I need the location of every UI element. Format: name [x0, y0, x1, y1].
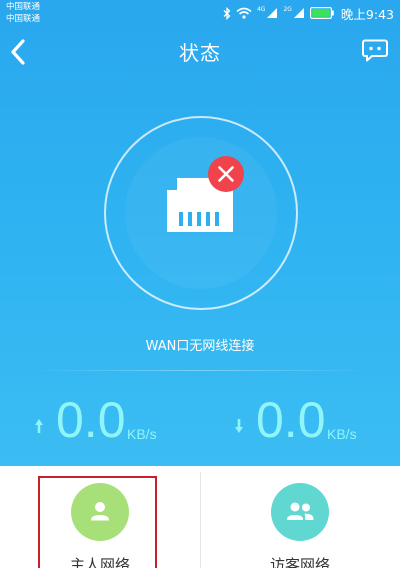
divider: [30, 370, 370, 371]
page-title: 状态: [179, 41, 221, 65]
network-type-label-1: 4G: [256, 6, 266, 13]
tab-guest-network[interactable]: 访客网络: [200, 466, 400, 568]
status-icons: 4G 2G 晚上9:43: [223, 4, 394, 22]
connection-status-text: WAN口无网线连接: [145, 339, 255, 354]
clock: 晚上9:43: [340, 6, 394, 22]
carrier-label-2: 中国联通: [6, 14, 41, 24]
battery-icon: [309, 7, 334, 19]
carrier-label-1: 中国联通: [6, 2, 41, 12]
chat-button[interactable]: [362, 39, 388, 63]
arrow-up-icon: [35, 419, 43, 433]
signal-4g-icon: [267, 8, 278, 18]
upload-speed-unit: KB/s: [127, 426, 157, 442]
tab-guest-network-label: 访客网络: [269, 556, 330, 568]
title-bar: 状态: [0, 26, 400, 78]
status-panel: 中国联通 中国联通 4G 2G 晚上9:43 状态 WAN口无网线连接 0.0 …: [0, 0, 400, 466]
system-status-bar: 中国联通 中国联通 4G 2G 晚上9:43: [0, 0, 400, 26]
chat-bubble-icon: [362, 39, 388, 62]
error-badge: [208, 156, 244, 192]
bluetooth-icon: [223, 6, 231, 20]
selection-highlight: [38, 476, 157, 568]
network-type-label-2: 2G: [283, 6, 292, 13]
guest-network-icon-circle: [271, 483, 329, 541]
close-icon: [218, 166, 234, 182]
upload-speed-value: 0.0: [56, 392, 126, 448]
arrow-down-icon: [235, 419, 243, 433]
users-icon: [287, 502, 314, 520]
download-speed-unit: KB/s: [327, 426, 357, 442]
wifi-icon: [236, 7, 252, 19]
download-speed-value: 0.0: [256, 392, 326, 448]
signal-2g-icon: [293, 8, 304, 18]
